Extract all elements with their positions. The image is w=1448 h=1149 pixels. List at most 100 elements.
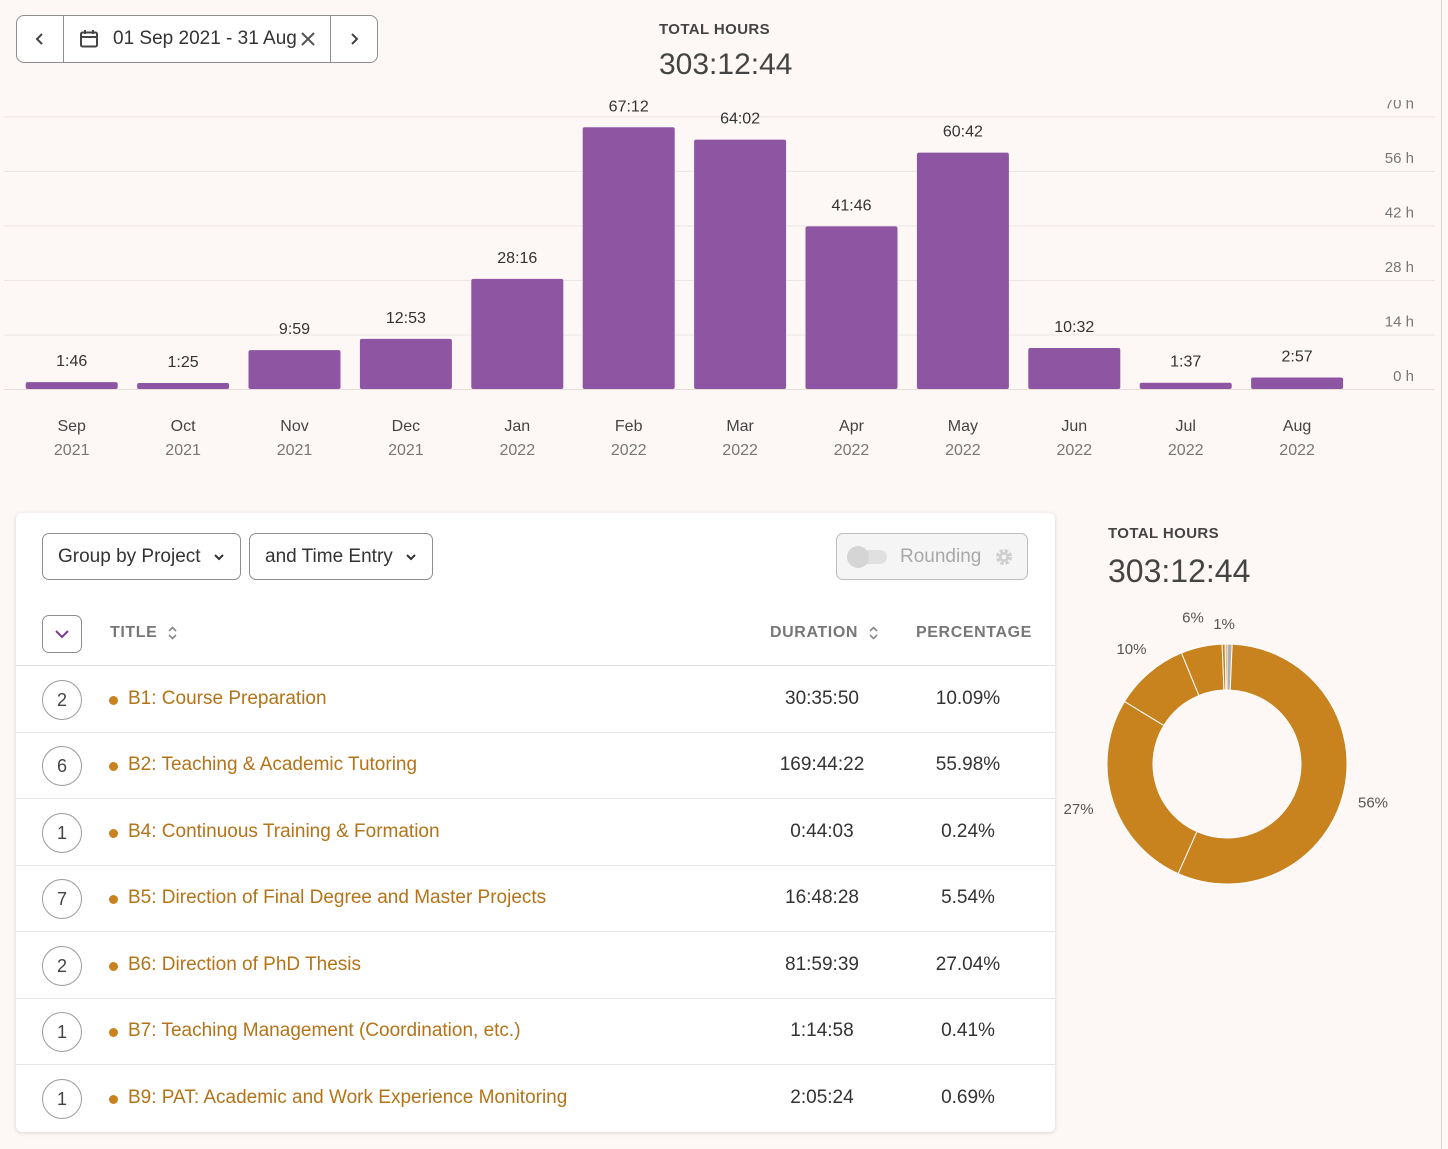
project-title: B9: PAT: Academic and Work Experience Mo… bbox=[128, 1087, 568, 1108]
date-range-field[interactable]: 01 Sep 2021 - 31 Aug bbox=[64, 16, 330, 62]
bar-data-label: 41:46 bbox=[831, 197, 871, 214]
donut-slice bbox=[1224, 643, 1228, 691]
duration-column-header[interactable]: DURATION bbox=[770, 624, 879, 642]
group-by-label: Group by Project bbox=[58, 545, 201, 567]
entry-count-badge[interactable]: 7 bbox=[42, 879, 82, 919]
project-color-dot bbox=[109, 696, 118, 705]
page-border bbox=[1441, 0, 1442, 1149]
table-row[interactable]: 2 B1: Course Preparation 30:35:50 10.09% bbox=[16, 667, 1055, 733]
bar-data-label: 1:46 bbox=[56, 353, 87, 370]
entry-count-badge[interactable]: 6 bbox=[42, 746, 82, 786]
x-tick-label-month: Jan bbox=[504, 418, 530, 435]
x-tick-label-month: Jun bbox=[1061, 418, 1087, 435]
percentage-column-header: PERCENTAGE bbox=[916, 624, 1032, 641]
table-row[interactable]: 6 B2: Teaching & Academic Tutoring 169:4… bbox=[16, 733, 1055, 799]
bar-jun-2022 bbox=[1028, 347, 1121, 389]
y-tick-label: 56 h bbox=[1385, 150, 1414, 167]
table-row[interactable]: 2 B6: Direction of PhD Thesis 81:59:39 2… bbox=[16, 933, 1055, 999]
table-row[interactable]: 1 B9: PAT: Academic and Work Experience … bbox=[16, 1066, 1055, 1132]
previous-period-button[interactable] bbox=[17, 16, 64, 62]
project-color-dot bbox=[109, 762, 118, 771]
project-title: B4: Continuous Training & Formation bbox=[128, 821, 440, 842]
project-percentage: 5.54% bbox=[941, 887, 995, 908]
chevron-left-icon bbox=[35, 33, 43, 45]
entry-count-badge[interactable]: 1 bbox=[42, 1012, 82, 1052]
bar-data-label: 28:16 bbox=[497, 250, 537, 267]
x-tick-label-year: 2022 bbox=[1057, 442, 1093, 459]
calendar-icon bbox=[80, 30, 98, 48]
project-percentage: 27.04% bbox=[935, 954, 1001, 975]
y-tick-label: 42 h bbox=[1385, 204, 1414, 221]
entry-count-badge[interactable]: 2 bbox=[42, 680, 82, 720]
x-tick-label-year: 2022 bbox=[722, 442, 758, 459]
x-tick-label-month: Oct bbox=[171, 418, 196, 435]
bar-data-label: 10:32 bbox=[1054, 319, 1094, 336]
project-percentage: 55.98% bbox=[935, 754, 1001, 775]
donut-slice-label: 10% bbox=[1116, 641, 1146, 658]
project-percentage: 0.69% bbox=[941, 1087, 995, 1108]
project-title: B2: Teaching & Academic Tutoring bbox=[128, 754, 418, 775]
bar-jan-2022 bbox=[471, 278, 564, 389]
x-tick-label-month: Jul bbox=[1175, 418, 1195, 435]
donut-slice-label: 1% bbox=[1213, 616, 1235, 633]
toggle-switch[interactable] bbox=[847, 545, 887, 568]
bar-data-label: 67:12 bbox=[609, 100, 649, 115]
bar-nov-2021 bbox=[248, 350, 341, 389]
project-duration: 30:35:50 bbox=[785, 688, 859, 709]
bar-data-label: 12:53 bbox=[386, 310, 426, 327]
x-tick-label-month: Feb bbox=[615, 418, 643, 435]
bar-data-label: 9:59 bbox=[279, 321, 310, 338]
bar-sep-2021 bbox=[25, 382, 118, 389]
entry-count-badge[interactable]: 1 bbox=[42, 813, 82, 853]
project-duration: 1:14:58 bbox=[790, 1020, 854, 1041]
project-title: B1: Course Preparation bbox=[128, 688, 327, 709]
project-percentage: 0.24% bbox=[941, 821, 995, 842]
table-header: TITLE DURATION PERCENTAGE bbox=[16, 613, 1055, 666]
table-row[interactable]: 7 B5: Direction of Final Degree and Mast… bbox=[16, 866, 1055, 932]
project-color-dot bbox=[109, 829, 118, 838]
x-tick-label-month: May bbox=[948, 418, 978, 435]
subgroup-label: and Time Entry bbox=[265, 545, 393, 567]
x-tick-label-month: Apr bbox=[839, 418, 865, 435]
x-tick-label-year: 2022 bbox=[500, 442, 536, 459]
x-tick-label-year: 2021 bbox=[388, 442, 424, 459]
x-tick-label-year: 2021 bbox=[54, 442, 90, 459]
project-percentage: 10.09% bbox=[935, 688, 1001, 709]
total-hours-label: TOTAL HOURS bbox=[659, 21, 771, 38]
project-title: B5: Direction of Final Degree and Master… bbox=[128, 887, 547, 908]
next-period-button[interactable] bbox=[330, 16, 377, 62]
project-duration: 0:44:03 bbox=[790, 821, 854, 842]
gear-icon[interactable] bbox=[993, 546, 1015, 568]
entry-count-badge[interactable]: 2 bbox=[42, 946, 82, 986]
clear-date-button[interactable] bbox=[298, 29, 318, 49]
x-tick-label-month: Sep bbox=[57, 418, 86, 435]
sort-icon bbox=[168, 626, 178, 640]
bar-data-label: 1:37 bbox=[1170, 354, 1201, 371]
project-title: B6: Direction of PhD Thesis bbox=[128, 954, 362, 975]
y-tick-label: 70 h bbox=[1385, 100, 1414, 112]
x-tick-label-year: 2021 bbox=[277, 442, 313, 459]
rounding-toggle[interactable]: Rounding bbox=[836, 533, 1028, 580]
table-row[interactable]: 1 B4: Continuous Training & Formation 0:… bbox=[16, 800, 1055, 866]
donut-total-hours-label: TOTAL HOURS bbox=[1108, 525, 1220, 542]
date-range-label: 01 Sep 2021 - 31 Aug bbox=[113, 28, 297, 49]
x-tick-label-month: Mar bbox=[726, 418, 754, 435]
donut-slice-label: 27% bbox=[1064, 801, 1094, 818]
y-tick-label: 14 h bbox=[1385, 313, 1414, 330]
report-table-card: Group by Project and Time Entry Rounding… bbox=[16, 513, 1055, 1132]
title-column-header[interactable]: TITLE bbox=[110, 624, 178, 642]
subgroup-select[interactable]: and Time Entry bbox=[249, 533, 433, 580]
bar-data-label: 1:25 bbox=[168, 354, 199, 371]
x-tick-label-year: 2022 bbox=[1168, 442, 1204, 459]
project-color-dot bbox=[109, 1095, 118, 1104]
y-tick-label: 28 h bbox=[1385, 259, 1414, 276]
table-row[interactable]: 1 B7: Teaching Management (Coordination,… bbox=[16, 999, 1055, 1065]
project-color-dot bbox=[109, 895, 118, 904]
bar-data-label: 60:42 bbox=[943, 124, 983, 141]
bar-jul-2022 bbox=[1139, 382, 1232, 389]
chevron-down-icon bbox=[406, 553, 416, 560]
group-by-select[interactable]: Group by Project bbox=[42, 533, 241, 580]
project-color-dot bbox=[109, 1028, 118, 1037]
expand-all-button[interactable] bbox=[42, 615, 82, 653]
entry-count-badge[interactable]: 1 bbox=[42, 1079, 82, 1119]
